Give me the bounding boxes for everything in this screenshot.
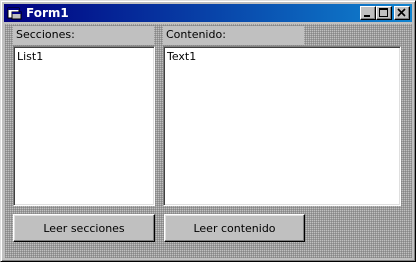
contenido-text[interactable]: Text1 — [167, 50, 196, 63]
form-icon — [7, 7, 22, 20]
secciones-label: Secciones: — [13, 26, 154, 45]
close-icon — [397, 8, 406, 17]
leer-secciones-button[interactable]: Leer secciones — [13, 214, 155, 242]
secciones-listbox[interactable]: List1 — [13, 46, 155, 206]
close-button[interactable] — [394, 6, 410, 20]
form-window: Form1 Secciones: List1 Contenido: Text1 — [0, 0, 416, 262]
maximize-button[interactable] — [376, 6, 392, 20]
title-bar[interactable]: Form1 — [4, 4, 412, 22]
contenido-label: Contenido: — [163, 26, 304, 45]
contenido-textbox[interactable]: Text1 — [163, 46, 401, 206]
maximize-icon — [379, 8, 388, 17]
leer-contenido-button[interactable]: Leer contenido — [164, 214, 305, 242]
minimize-icon — [364, 15, 370, 17]
list-item[interactable]: List1 — [17, 50, 43, 63]
form-client-area: Secciones: List1 Contenido: Text1 Leer s… — [5, 24, 412, 258]
window-title: Form1 — [26, 6, 69, 20]
minimize-button[interactable] — [360, 6, 376, 20]
